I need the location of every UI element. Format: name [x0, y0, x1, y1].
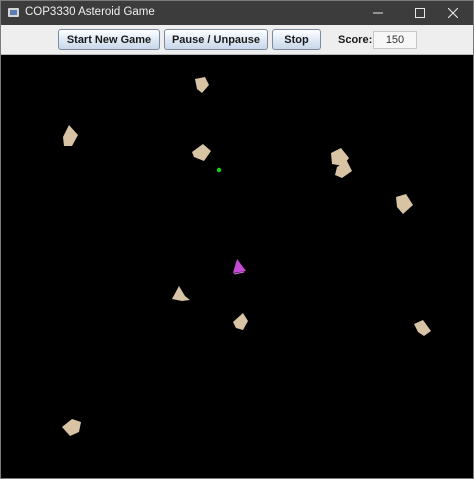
pause-unpause-button[interactable]: Pause / Unpause — [164, 29, 268, 50]
maximize-icon — [415, 8, 425, 18]
game-window: COP3330 Asteroid Game Start New Game Pau… — [0, 0, 474, 479]
bullet — [216, 167, 222, 173]
game-canvas[interactable] — [1, 55, 473, 478]
start-new-game-button[interactable]: Start New Game — [58, 29, 160, 50]
close-icon — [448, 8, 458, 18]
score-field[interactable] — [373, 31, 417, 49]
stop-button[interactable]: Stop — [272, 29, 321, 50]
control-toolbar: Start New Game Pause / Unpause Stop Scor… — [1, 25, 473, 55]
close-button[interactable] — [433, 1, 473, 25]
title-bar[interactable]: COP3330 Asteroid Game — [1, 1, 473, 25]
minimize-button[interactable] — [357, 1, 399, 25]
score-label: Score: — [338, 34, 373, 46]
java-app-icon — [8, 8, 19, 17]
window-title: COP3330 Asteroid Game — [25, 6, 155, 18]
minimize-icon — [373, 12, 383, 14]
